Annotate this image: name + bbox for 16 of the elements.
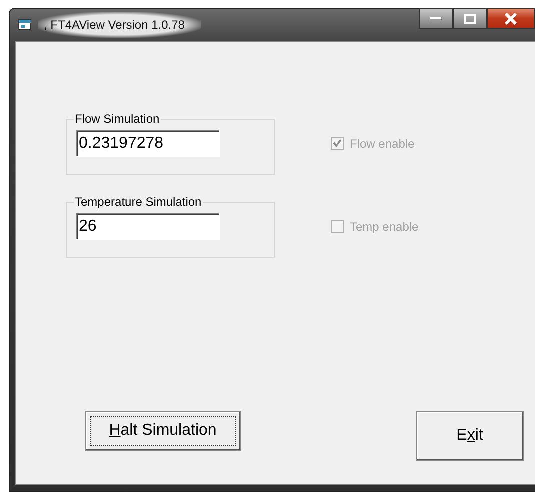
window-icon xyxy=(18,19,32,31)
push-button[interactable]: Halt Simulation xyxy=(86,412,240,450)
group-label: Temperature Simulation xyxy=(74,195,203,209)
checkbox-label: Flow enable xyxy=(350,136,415,150)
push-button[interactable]: Exit xyxy=(417,412,523,460)
close-icon xyxy=(504,12,518,24)
window-title: , FT4AView Version 1.0.78 xyxy=(38,12,201,38)
maximize-button[interactable] xyxy=(453,8,487,29)
checkbox-label: Temp enable xyxy=(350,220,419,234)
input-field[interactable]: 26 xyxy=(76,213,220,240)
maximize-icon xyxy=(464,14,476,24)
input-field[interactable]: 0.23197278 xyxy=(76,130,220,157)
close-button[interactable] xyxy=(487,8,535,29)
minimize-button[interactable] xyxy=(419,8,453,29)
minimize-icon xyxy=(430,16,442,20)
group-label: Flow Simulation xyxy=(74,112,161,126)
